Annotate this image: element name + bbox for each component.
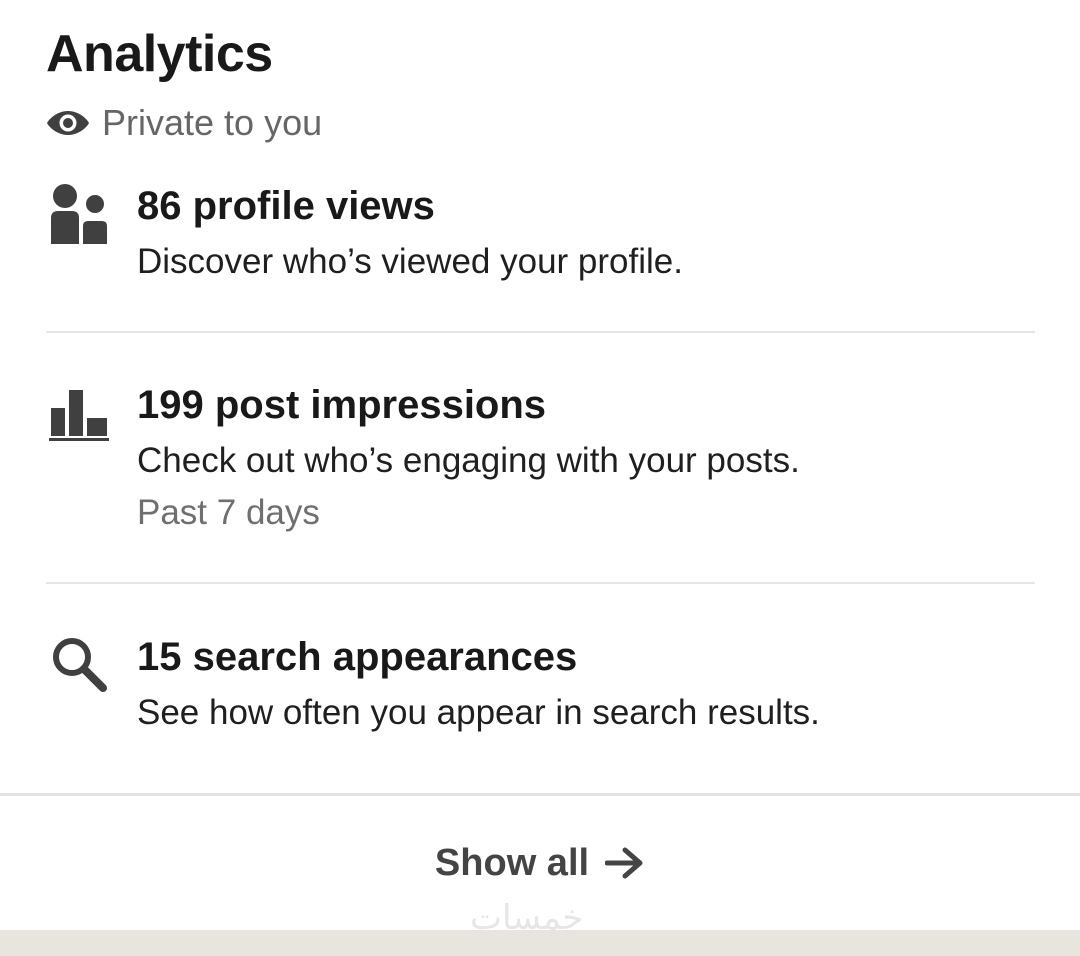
show-all-label: Show all [434, 841, 590, 884]
post-impressions-title: 199 post impressions [137, 383, 547, 427]
post-impressions-content: 199 post impressions Check out who’s eng… [137, 379, 800, 539]
profile-views-item[interactable]: 86 profile views Discover who’s viewed y… [46, 180, 1036, 300]
bar-chart-icon [46, 381, 112, 447]
profile-views-description: Discover who’s viewed your profile. [137, 242, 683, 281]
post-impressions-description: Check out who’s engaging with your posts… [137, 441, 800, 480]
post-impressions-item[interactable]: 199 post impressions Check out who’s eng… [46, 379, 1036, 549]
show-all-inner: Show all [435, 842, 645, 885]
footer-divider [0, 793, 1080, 796]
profile-views-title: 86 profile views [137, 184, 435, 228]
divider [46, 582, 1035, 584]
eye-icon [46, 110, 90, 136]
search-appearances-title: 15 search appearances [137, 635, 578, 679]
watermark: خمسات [470, 898, 584, 938]
search-appearances-description: See how often you appear in search resul… [137, 693, 820, 732]
profile-views-content: 86 profile views Discover who’s viewed y… [137, 180, 683, 288]
search-appearances-item[interactable]: 15 search appearances See how often you … [46, 631, 1036, 751]
privacy-label: Private to you [102, 102, 323, 143]
arrow-right-icon [605, 846, 645, 880]
divider [46, 331, 1035, 333]
page-title: Analytics [46, 25, 273, 83]
search-icon [46, 631, 112, 697]
analytics-header: Analytics [46, 22, 273, 86]
people-icon [46, 180, 112, 246]
search-appearances-content: 15 search appearances See how often you … [137, 631, 820, 739]
analytics-card: Analytics Private to you 86 profile view… [0, 0, 1080, 930]
privacy-indicator: Private to you [46, 100, 322, 146]
post-impressions-period: Past 7 days [137, 493, 320, 532]
